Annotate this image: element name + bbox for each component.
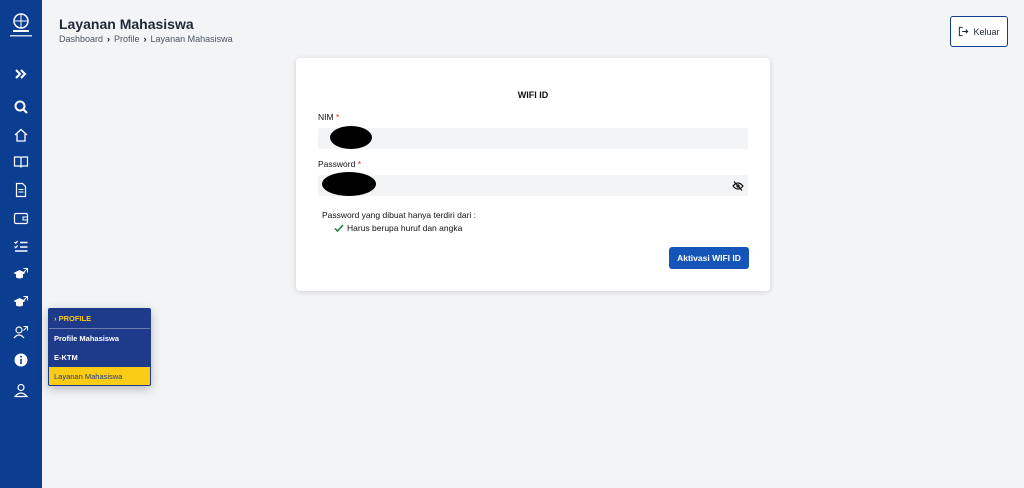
graduation-link-icon[interactable]: [11, 264, 31, 284]
page-title: Layanan Mahasiswa: [59, 16, 194, 32]
breadcrumb-separator-icon: ›: [143, 34, 147, 44]
breadcrumb-profile[interactable]: Profile: [114, 34, 140, 44]
breadcrumb-separator-icon: ›: [107, 34, 111, 44]
required-mark: *: [357, 159, 362, 169]
nim-input[interactable]: [318, 128, 748, 149]
required-mark: *: [335, 112, 340, 122]
document-icon[interactable]: [11, 180, 31, 200]
redaction-mark: [322, 172, 376, 196]
eye-slash-icon[interactable]: [732, 180, 744, 192]
logout-label: Keluar: [973, 26, 1000, 37]
book-icon[interactable]: [11, 152, 31, 172]
breadcrumb-current: Layanan Mahasiswa: [150, 34, 233, 44]
sidebar: [0, 0, 42, 488]
info-icon[interactable]: [11, 350, 31, 370]
wallet-icon[interactable]: [11, 208, 31, 228]
logout-button[interactable]: Keluar: [950, 16, 1008, 47]
profile-submenu: › PROFILE Profile Mahasiswa E-KTM Layana…: [48, 308, 151, 386]
redaction-mark: [330, 126, 372, 149]
nim-label: NIM *: [318, 112, 339, 122]
checklist-icon[interactable]: [11, 236, 31, 256]
users-link-icon[interactable]: [11, 322, 31, 342]
submenu-item-profile-mahasiswa[interactable]: Profile Mahasiswa: [49, 329, 150, 348]
search-icon[interactable]: [11, 97, 31, 117]
nim-label-text: NIM: [318, 112, 334, 122]
breadcrumb-dashboard[interactable]: Dashboard: [59, 34, 103, 44]
user-icon[interactable]: [11, 380, 31, 400]
breadcrumb: Dashboard › Profile › Layanan Mahasiswa: [59, 34, 233, 44]
university-logo: [6, 10, 36, 46]
password-input[interactable]: [318, 175, 748, 196]
password-label-text: Password: [318, 159, 356, 169]
submenu-item-layanan-mahasiswa[interactable]: Layanan Mahasiswa: [49, 367, 150, 385]
form-title: WIFI ID: [517, 90, 549, 100]
password-rule-title: Password yang dibuat hanya terdiri dari …: [322, 210, 477, 220]
logout-icon: [959, 26, 969, 37]
activate-wifi-button[interactable]: Aktivasi WIFI ID: [669, 247, 749, 269]
password-rule-item: Harus berupa huruf dan angka: [334, 223, 462, 233]
expand-icon[interactable]: [11, 64, 31, 84]
submenu-header: › PROFILE: [49, 309, 150, 329]
rule-item-text: Harus berupa huruf dan angka: [347, 223, 463, 233]
password-label: Password *: [318, 159, 361, 169]
submenu-item-e-ktm[interactable]: E-KTM: [49, 348, 150, 367]
graduation-link-icon[interactable]: [11, 292, 31, 312]
home-icon[interactable]: [11, 125, 31, 145]
check-icon: [334, 224, 344, 233]
wifi-form-card: WIFI ID NIM * Password * Password yang d…: [296, 58, 770, 291]
